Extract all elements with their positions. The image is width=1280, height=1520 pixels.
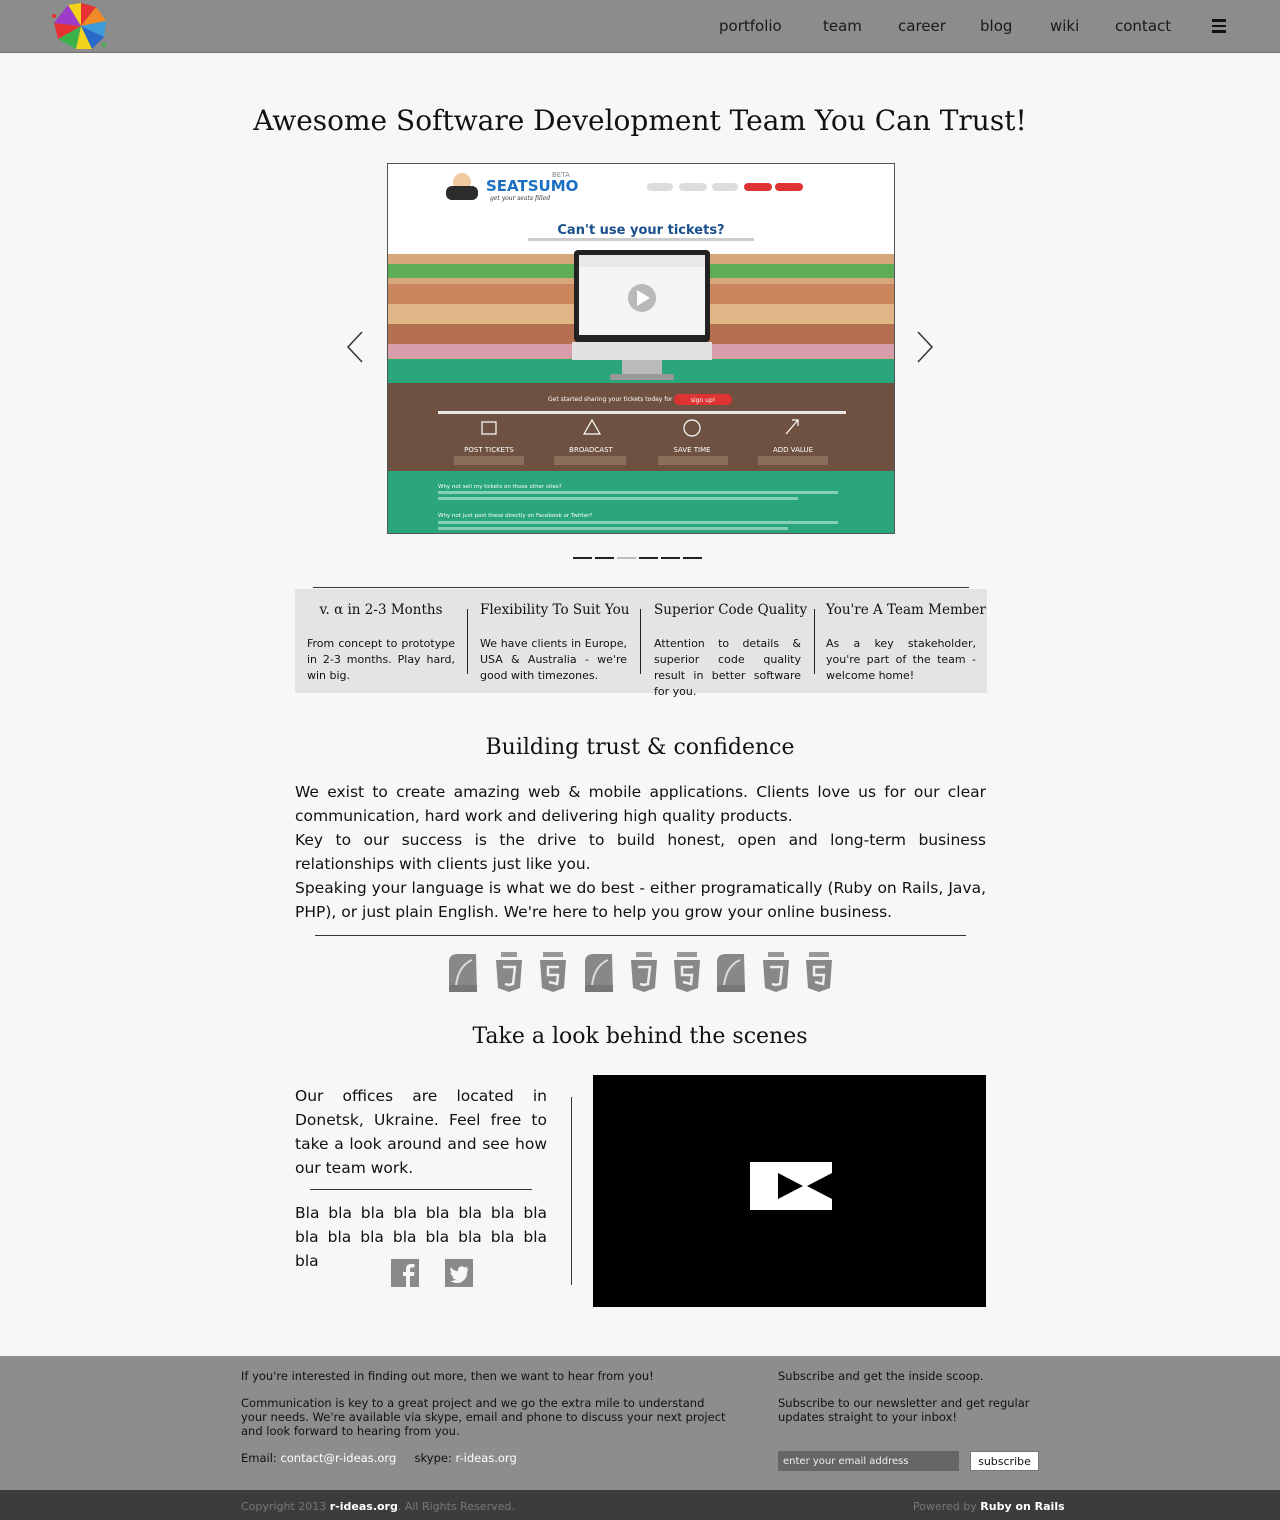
css3-icon bbox=[496, 952, 522, 992]
about-paragraph: We exist to create amazing web & mobile … bbox=[295, 783, 986, 825]
nav-team[interactable]: team bbox=[823, 17, 862, 35]
rails-icon bbox=[585, 954, 613, 992]
feature-title: Flexibility To Suit You bbox=[480, 602, 630, 618]
behind-title: Take a look behind the scenes bbox=[472, 1024, 808, 1049]
divider bbox=[571, 1097, 572, 1285]
about-text: We exist to create amazing web & mobile … bbox=[295, 780, 986, 924]
slider-dot[interactable] bbox=[683, 557, 702, 559]
video-player[interactable] bbox=[593, 1075, 986, 1307]
slide-faq-1: Why not sell my tickets on those other s… bbox=[438, 484, 562, 490]
subscribe-button[interactable]: subscribe bbox=[970, 1451, 1039, 1471]
copyright-prefix: Copyright 2013 bbox=[241, 1500, 327, 1513]
css3-icon bbox=[631, 952, 657, 992]
feature-title: You're A Team Member bbox=[826, 602, 986, 618]
seatsumo-screenshot: SEATSUMO BETA get your seats filled Can'… bbox=[388, 164, 894, 533]
facebook-icon[interactable] bbox=[391, 1259, 419, 1287]
feature-title: Superior Code Quality bbox=[654, 602, 808, 618]
divider bbox=[315, 935, 966, 936]
hero-title: Awesome Software Development Team You Ca… bbox=[253, 104, 1027, 137]
slider-next-arrow-icon[interactable] bbox=[915, 330, 935, 364]
footer-newsletter: Subscribe and get the inside scoop. Subs… bbox=[778, 1369, 1048, 1437]
slide-headline: Can't use your tickets? bbox=[557, 223, 724, 238]
html5-icon bbox=[806, 952, 832, 992]
placeholder-text: Bla bla bla bla bla bla bla bla bla bla … bbox=[295, 1204, 547, 1270]
feature-divider bbox=[640, 609, 641, 674]
rails-icon bbox=[449, 954, 477, 992]
email-link[interactable]: contact@r-ideas.org bbox=[280, 1451, 396, 1465]
slide-cta-text: Get started sharing your tickets today f… bbox=[548, 396, 687, 403]
slide-slogan: get your seats filled bbox=[490, 195, 550, 202]
rails-icon bbox=[717, 954, 745, 992]
footer: If you're interested in finding out more… bbox=[0, 1356, 1280, 1490]
nav-portfolio[interactable]: portfolio bbox=[719, 17, 782, 35]
divider bbox=[310, 1189, 532, 1190]
css3-icon bbox=[763, 952, 789, 992]
slider-dot[interactable] bbox=[661, 557, 680, 559]
slide-brand-tag: BETA bbox=[552, 171, 570, 179]
feature-divider bbox=[467, 609, 468, 674]
copyright: Copyright 2013 r-ideas.org. All Rights R… bbox=[241, 1500, 515, 1513]
main-nav: portfolio team career blog wiki contact bbox=[0, 0, 1280, 53]
portfolio-slide[interactable]: SEATSUMO BETA get your seats filled Can'… bbox=[387, 163, 895, 534]
slide-feature-4: ADD VALUE bbox=[773, 446, 813, 454]
slide-feature-2: BROADCAST bbox=[569, 446, 613, 454]
slide-feature-1: POST TICKETS bbox=[464, 446, 514, 454]
footer-contact-intro: If you're interested in finding out more… bbox=[241, 1369, 654, 1383]
hamburger-menu-icon[interactable] bbox=[1212, 19, 1226, 33]
about-title: Building trust & confidence bbox=[485, 735, 795, 760]
html5-icon bbox=[674, 952, 700, 992]
newsletter-email-input[interactable] bbox=[778, 1451, 959, 1471]
slide-faq-2: Why not just post these directly on Face… bbox=[438, 513, 592, 519]
slider-prev-arrow-icon[interactable] bbox=[345, 330, 365, 364]
nav-contact[interactable]: contact bbox=[1115, 17, 1171, 35]
newsletter-title: Subscribe and get the inside scoop. bbox=[778, 1369, 984, 1383]
top-navbar: portfolio team career blog wiki contact bbox=[0, 0, 1280, 53]
feature-divider bbox=[814, 609, 815, 674]
newsletter-text: Subscribe to our newsletter and get regu… bbox=[778, 1396, 1030, 1424]
feature-text: Attention to details & superior code qua… bbox=[654, 637, 801, 698]
slide-cta-button: sign up! bbox=[691, 397, 715, 404]
slider-dot-active[interactable] bbox=[617, 557, 636, 559]
feature-title: v. α in 2-3 Months bbox=[319, 602, 443, 618]
slider-dot[interactable] bbox=[595, 557, 614, 559]
divider bbox=[313, 587, 969, 588]
feature-flexibility: Flexibility To Suit You We have clients … bbox=[480, 589, 630, 684]
footer-contact-text: Communication is key to a great project … bbox=[241, 1396, 726, 1438]
footer-contact-links: Email: contact@r-ideas.org skype: r-idea… bbox=[241, 1451, 731, 1465]
html5-icon bbox=[540, 952, 566, 992]
nav-wiki[interactable]: wiki bbox=[1050, 17, 1079, 35]
bottom-bar: Copyright 2013 r-ideas.org. All Rights R… bbox=[0, 1490, 1280, 1520]
slide-feature-3: SAVE TIME bbox=[673, 446, 710, 454]
email-label: Email: bbox=[241, 1451, 277, 1465]
office-text: Our offices are located in Donetsk, Ukra… bbox=[295, 1087, 547, 1177]
skype-link[interactable]: r-ideas.org bbox=[455, 1451, 516, 1465]
feature-text: As a key stakeholder, you're part of the… bbox=[826, 637, 976, 682]
feature-quality: Superior Code Quality Attention to detai… bbox=[654, 589, 808, 700]
powered-prefix: Powered by bbox=[913, 1500, 977, 1513]
slider-dot[interactable] bbox=[639, 557, 658, 559]
skype-label: skype: bbox=[414, 1451, 452, 1465]
nav-career[interactable]: career bbox=[898, 17, 946, 35]
copyright-suffix: . All Rights Reserved. bbox=[397, 1500, 515, 1513]
feature-text: We have clients in Europe, USA & Austral… bbox=[480, 637, 627, 682]
about-paragraph: Key to our success is the drive to build… bbox=[295, 831, 986, 873]
about-paragraph: Speaking your language is what we do bes… bbox=[295, 879, 986, 921]
footer-contact: If you're interested in finding out more… bbox=[241, 1369, 731, 1478]
site-link[interactable]: r-ideas.org bbox=[330, 1500, 398, 1513]
feature-text: From concept to prototype in 2-3 months.… bbox=[307, 637, 455, 682]
twitter-icon[interactable] bbox=[445, 1259, 473, 1287]
rails-link[interactable]: Ruby on Rails bbox=[980, 1500, 1064, 1513]
slider-dot[interactable] bbox=[573, 557, 592, 559]
nav-blog[interactable]: blog bbox=[980, 17, 1012, 35]
slide-brand: SEATSUMO bbox=[486, 177, 578, 195]
feature-team-member: You're A Team Member As a key stakeholde… bbox=[826, 589, 986, 684]
video-play-icon[interactable] bbox=[593, 1075, 986, 1307]
feature-prototype: v. α in 2-3 Months From concept to proto… bbox=[307, 589, 455, 684]
features-strip: v. α in 2-3 Months From concept to proto… bbox=[295, 589, 987, 698]
powered-by: Powered by Ruby on Rails bbox=[913, 1500, 1065, 1513]
